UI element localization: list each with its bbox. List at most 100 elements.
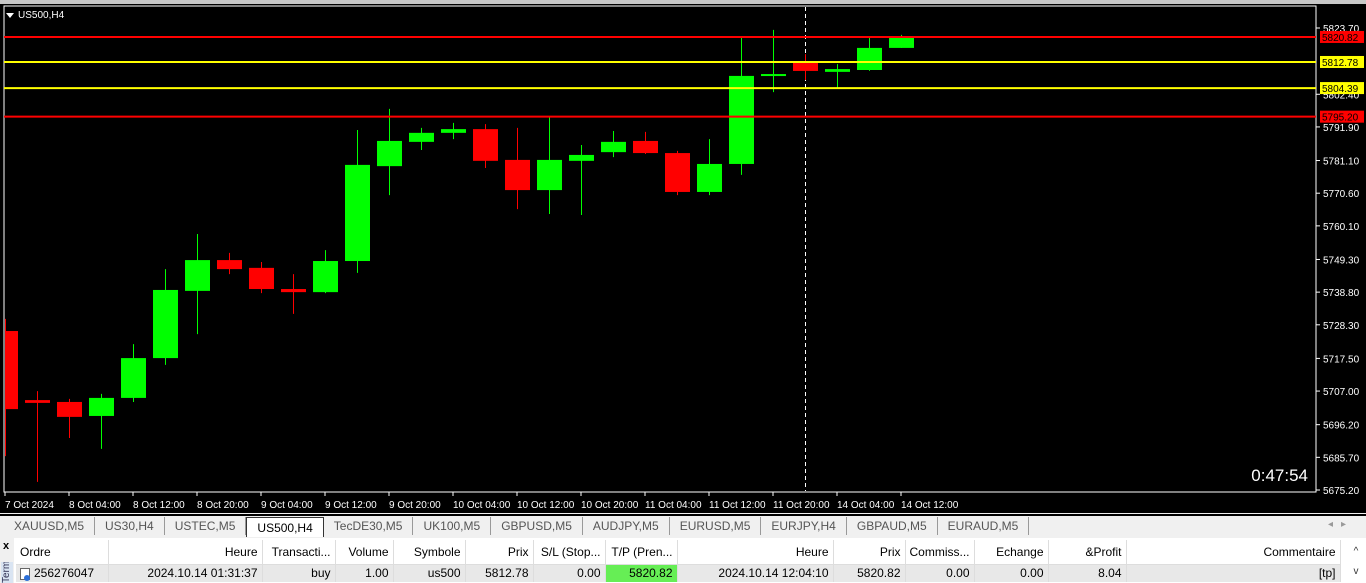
x-tick-label: 9 Oct 20:00 — [389, 500, 441, 511]
table-cell: 2024.10.14 12:04:10 — [677, 564, 834, 582]
terminal-panel: x Terminal Ordre Heure Transacti... Volume S… — [0, 538, 1366, 583]
y-tick-label: 5675.20 — [1323, 486, 1360, 497]
y-tick-label: 5749.30 — [1323, 255, 1360, 266]
order-document-icon — [20, 568, 30, 582]
bearish-candle — [633, 140, 658, 154]
table-cell: 256276047 — [16, 564, 109, 582]
tab-audjpy-m5[interactable]: AUDJPY,M5 — [583, 517, 670, 535]
cell-value: 256276047 — [34, 566, 95, 581]
x-tick-label: 14 Oct 12:00 — [901, 500, 959, 511]
x-tick-label: 7 Oct 2024 — [5, 500, 54, 511]
table-cell: 5820.82 — [833, 564, 906, 582]
price-chart[interactable]: 5823.70 5802.40 5791.90 5781.10 5770.60 5760.… — [0, 0, 1366, 513]
x-tick-label: 11 Oct 20:00 — [773, 500, 830, 511]
bullish-candle — [409, 132, 434, 142]
column-header[interactable]: Heure — [677, 540, 834, 565]
x-tick-label: 10 Oct 12:00 — [517, 500, 575, 511]
y-tick-label: 5696.20 — [1323, 421, 1360, 432]
bearish-candle — [57, 401, 82, 417]
bullish-candle — [377, 140, 402, 167]
bullish-candle — [857, 47, 882, 70]
bearish-candle — [505, 159, 530, 191]
bullish-candle — [153, 289, 178, 359]
bullish-candle — [761, 74, 786, 77]
tab-tecde30-m5[interactable]: TecDE30,M5 — [324, 517, 414, 535]
bullish-candle — [121, 358, 146, 398]
bearish-candle — [473, 129, 498, 161]
terminal-side: x Terminal — [0, 538, 14, 583]
table-cell: [tp] — [1126, 564, 1341, 582]
tab-us500-h4[interactable]: US500,H4 — [246, 517, 324, 537]
x-tick-label: 11 Oct 04:00 — [645, 500, 702, 511]
plot-frame — [3, 5, 1317, 493]
price-level-label: 5795.20 — [1322, 113, 1359, 124]
tab-xauusd-m5[interactable]: XAUUSD,M5 — [4, 517, 96, 535]
bearish-candle — [281, 289, 306, 293]
tab-gbpaud-m5[interactable]: GBPAUD,M5 — [847, 517, 938, 535]
x-tick-label: 10 Oct 04:00 — [453, 500, 511, 511]
tab-gbpusd-m5[interactable]: GBPUSD,M5 — [491, 517, 583, 535]
tab-ustec-m5[interactable]: USTEC,M5 — [165, 517, 247, 535]
column-header[interactable]: S/L (Stop... — [533, 540, 606, 565]
table-row[interactable]: 256276047 2024.10.14 01:31:37 buy 1.00 us500… — [16, 564, 1341, 582]
tab-euraud-m5[interactable]: EURAUD,M5 — [938, 517, 1030, 535]
bullish-candle — [729, 75, 754, 164]
column-header[interactable]: Volume — [335, 540, 394, 565]
dropdown-triangle-icon[interactable] — [6, 13, 14, 18]
bearish-candle — [665, 153, 690, 192]
bearish-candle — [793, 62, 818, 71]
scroll-down-icon[interactable]: v — [1350, 562, 1362, 582]
table-cell: 8.04 — [1048, 564, 1127, 582]
tab-eurjpy-h4[interactable]: EURJPY,H4 — [761, 517, 847, 535]
x-tick-label: 11 Oct 12:00 — [709, 500, 766, 511]
close-icon[interactable]: x — [3, 540, 9, 552]
table-cell: 0.00 — [905, 564, 975, 582]
x-tick-label: 8 Oct 04:00 — [69, 500, 121, 511]
column-header[interactable]: Symbole — [393, 540, 466, 565]
x-tick-label: 10 Oct 20:00 — [581, 500, 639, 511]
y-tick-label: 5717.50 — [1323, 354, 1360, 365]
bullish-candle — [441, 129, 466, 133]
bullish-candle — [601, 141, 626, 153]
tab-uk100-m5[interactable]: UK100,M5 — [413, 517, 492, 535]
scroll-up-icon[interactable]: ^ — [1350, 542, 1362, 562]
terminal-label: Terminal — [1, 562, 13, 583]
y-tick-label: 5791.90 — [1323, 123, 1360, 134]
cell-value: 5812.78 — [485, 566, 529, 581]
cell-value: buy — [311, 566, 331, 581]
y-tick-label: 5728.30 — [1323, 321, 1360, 332]
column-header[interactable]: Echange — [974, 540, 1049, 565]
column-header[interactable]: Prix — [833, 540, 906, 565]
candlestick-chart[interactable]: 5823.705802.405791.905781.105770.605760.… — [0, 4, 1366, 513]
column-header[interactable]: Ordre — [16, 540, 109, 565]
bullish-candle — [185, 260, 210, 291]
price-level-label: 5804.39 — [1322, 84, 1359, 95]
column-header[interactable]: Commiss... — [905, 540, 975, 565]
chart-tabs: XAUUSD,M5 US30,H4 USTEC,M5 US500,H4 TecDE30,… — [0, 514, 1366, 537]
tab-eurusd-m5[interactable]: EURUSD,M5 — [670, 517, 762, 535]
cell-value: 0.00 — [577, 566, 601, 581]
scrollbar[interactable]: ^ v — [1350, 542, 1362, 582]
column-header[interactable]: Heure — [108, 540, 263, 565]
column-header[interactable]: &Profit — [1048, 540, 1127, 565]
column-header[interactable]: Transacti... — [262, 540, 336, 565]
column-header[interactable]: T/P (Pren... — [605, 540, 678, 565]
bearish-candle — [249, 267, 274, 290]
table-header: Ordre Heure Transacti... Volume Symbole Prix S… — [16, 540, 1341, 565]
column-header[interactable]: Prix — [465, 540, 534, 565]
cell-value: us500 — [427, 566, 461, 581]
x-tick-label: 9 Oct 12:00 — [325, 500, 377, 511]
table-cell: 0.00 — [974, 564, 1049, 582]
table-cell: 5812.78 — [465, 564, 534, 582]
bearish-candle — [217, 260, 242, 270]
bearish-candle — [25, 400, 50, 403]
tab-scroll-arrows-icon[interactable]: ◂▸ — [1328, 519, 1354, 530]
cell-value: 0.00 — [946, 566, 970, 581]
x-tick-label: 8 Oct 12:00 — [133, 500, 185, 511]
x-tick-label: 8 Oct 20:00 — [197, 500, 249, 511]
tab-us30-h4[interactable]: US30,H4 — [95, 517, 165, 535]
y-tick-label: 5738.80 — [1323, 288, 1360, 299]
cell-value: 2024.10.14 12:04:10 — [718, 566, 829, 581]
column-header[interactable]: Commentaire — [1126, 540, 1341, 565]
chart-symbol: US500,H4 — [18, 10, 65, 21]
